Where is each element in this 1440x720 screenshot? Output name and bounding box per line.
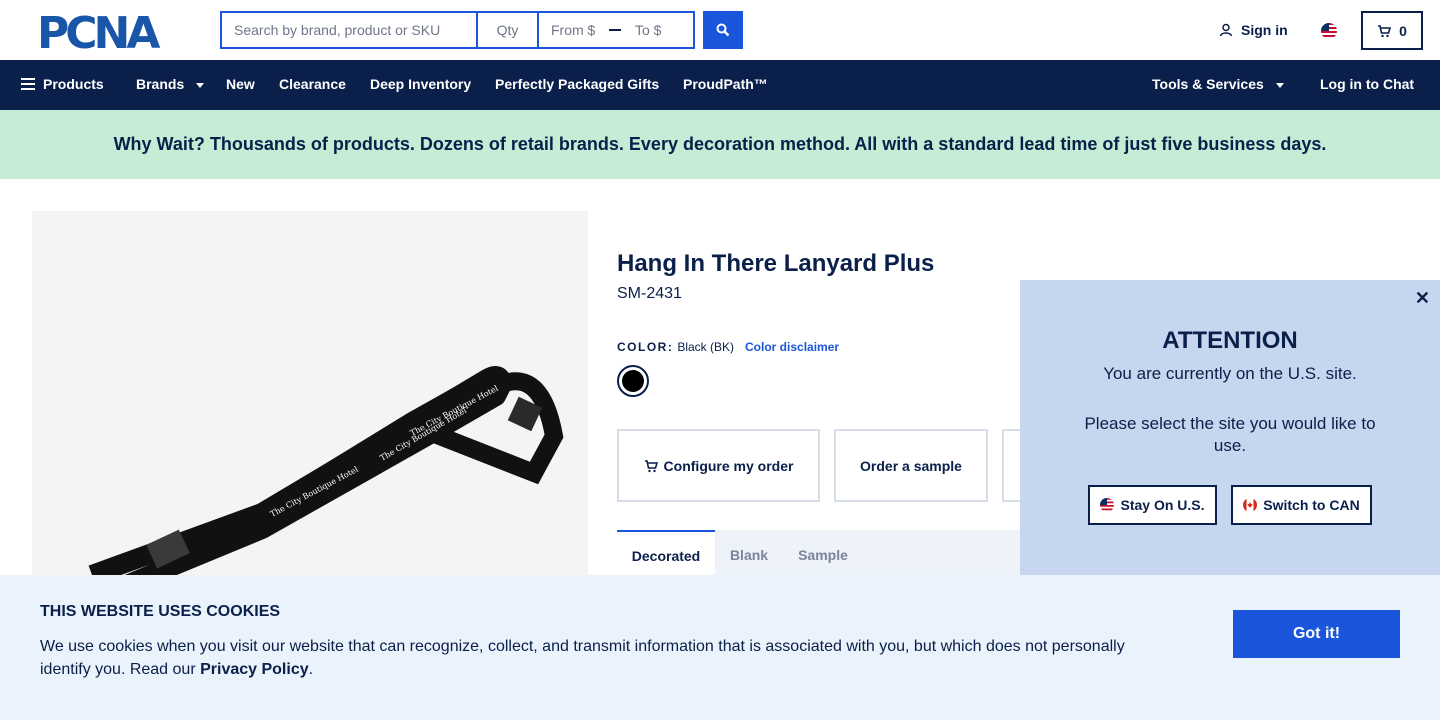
close-icon[interactable]: ✕ xyxy=(1415,288,1430,309)
chevron-down-icon xyxy=(1275,82,1284,88)
nav-gifts[interactable]: Perfectly Packaged Gifts xyxy=(495,76,659,92)
tab-sample[interactable]: Sample xyxy=(783,530,863,580)
cookie-banner: THIS WEBSITE USES COOKIES We use cookies… xyxy=(0,575,1440,720)
site-select-popup: ✕ ATTENTION You are currently on the U.S… xyxy=(1020,280,1440,575)
nav-proudpath[interactable]: ProudPath™ xyxy=(683,76,768,92)
attention-message: You are currently on the U.S. site. xyxy=(1103,364,1357,383)
configure-order-label: Configure my order xyxy=(663,457,794,474)
privacy-policy-link[interactable]: Privacy Policy xyxy=(200,661,309,678)
price-from-input[interactable] xyxy=(551,22,609,38)
price-range xyxy=(539,13,693,47)
promo-banner-text: Why Wait? Thousands of products. Dozens … xyxy=(113,134,1327,154)
cookie-end: . xyxy=(308,661,314,678)
color-row: COLOR: Black (BK) Color disclaimer xyxy=(617,340,839,354)
order-sample-label: Order a sample xyxy=(860,457,962,474)
logo-text: PCNA xyxy=(37,12,160,52)
search-input[interactable] xyxy=(222,13,478,47)
search-button[interactable] xyxy=(703,11,743,49)
cookie-accept-button[interactable]: Got it! xyxy=(1233,610,1400,658)
nav-deep-inventory-label: Deep Inventory xyxy=(370,76,472,92)
pcna-logo[interactable]: PCNA xyxy=(37,8,184,59)
sign-in-link[interactable]: Sign in xyxy=(1219,22,1288,38)
nav-brands[interactable]: Brands xyxy=(136,76,205,92)
attention-prompt: Please select the site you would like to… xyxy=(1084,414,1376,455)
chevron-down-icon xyxy=(196,82,205,88)
nav-clearance[interactable]: Clearance xyxy=(279,76,346,92)
switch-can-button[interactable]: Switch to CAN xyxy=(1231,485,1372,525)
cookie-title: THIS WEBSITE USES COOKIES xyxy=(40,603,281,620)
range-dash xyxy=(609,29,621,31)
nav-tools-label: Tools & Services xyxy=(1152,76,1264,92)
stay-us-button[interactable]: Stay On U.S. xyxy=(1088,485,1217,525)
nav-proudpath-label: ProudPath™ xyxy=(683,76,768,92)
cart-icon xyxy=(1378,24,1392,37)
nav-products[interactable]: Products xyxy=(21,76,104,92)
search-icon xyxy=(716,23,730,37)
nav-chat-login[interactable]: Log in to Chat xyxy=(1320,76,1414,92)
nav-gifts-label: Perfectly Packaged Gifts xyxy=(495,76,660,92)
promo-banner: Why Wait? Thousands of products. Dozens … xyxy=(0,110,1440,179)
color-swatch-black[interactable] xyxy=(617,365,649,397)
color-label: COLOR: xyxy=(617,340,674,354)
qty-input[interactable] xyxy=(478,13,539,47)
attention-title: ATTENTION xyxy=(1162,327,1298,354)
us-flag-icon[interactable] xyxy=(1321,23,1337,39)
cart-count: 0 xyxy=(1399,22,1407,39)
user-icon xyxy=(1219,23,1233,37)
stay-us-label: Stay On U.S. xyxy=(1120,497,1205,513)
nav-chat-label: Log in to Chat xyxy=(1320,76,1415,92)
color-disclaimer-link[interactable]: Color disclaimer xyxy=(745,340,839,354)
cookie-text: We use cookies when you visit our websit… xyxy=(40,635,1150,681)
tab-blank[interactable]: Blank xyxy=(715,530,783,580)
tab-decorated[interactable]: Decorated xyxy=(617,530,715,580)
sign-in-label: Sign in xyxy=(1241,22,1288,38)
swatch-dot xyxy=(622,370,644,392)
configure-order-button[interactable]: Configure my order xyxy=(617,429,820,502)
main-nav: Products Brands New Clearance Deep Inven… xyxy=(0,60,1440,110)
nav-products-label: Products xyxy=(43,76,104,92)
nav-clearance-label: Clearance xyxy=(279,76,346,92)
menu-icon xyxy=(21,78,35,90)
search-bar xyxy=(220,11,695,49)
product-sku: SM-2431 xyxy=(617,285,682,302)
canada-flag-icon xyxy=(1243,498,1258,512)
switch-can-label: Switch to CAN xyxy=(1263,497,1360,513)
product-image[interactable]: The City Boutique Hotel The City Boutiqu… xyxy=(32,211,588,611)
nav-new[interactable]: New xyxy=(226,76,255,92)
price-to-input[interactable] xyxy=(635,22,693,38)
color-value: Black (BK) xyxy=(677,340,735,354)
order-sample-button[interactable]: Order a sample xyxy=(834,429,988,502)
us-flag-icon xyxy=(1100,498,1115,512)
cart-button[interactable]: 0 xyxy=(1361,11,1423,50)
nav-deep-inventory[interactable]: Deep Inventory xyxy=(370,76,471,92)
cart-icon xyxy=(644,459,658,472)
top-header: PCNA Sign in xyxy=(0,0,1440,60)
product-title: Hang In There Lanyard Plus xyxy=(617,250,935,277)
nav-brands-label: Brands xyxy=(136,76,185,92)
nav-new-label: New xyxy=(226,76,255,92)
nav-tools-services[interactable]: Tools & Services xyxy=(1152,76,1284,92)
lanyard-image: The City Boutique Hotel The City Boutiqu… xyxy=(88,366,564,601)
